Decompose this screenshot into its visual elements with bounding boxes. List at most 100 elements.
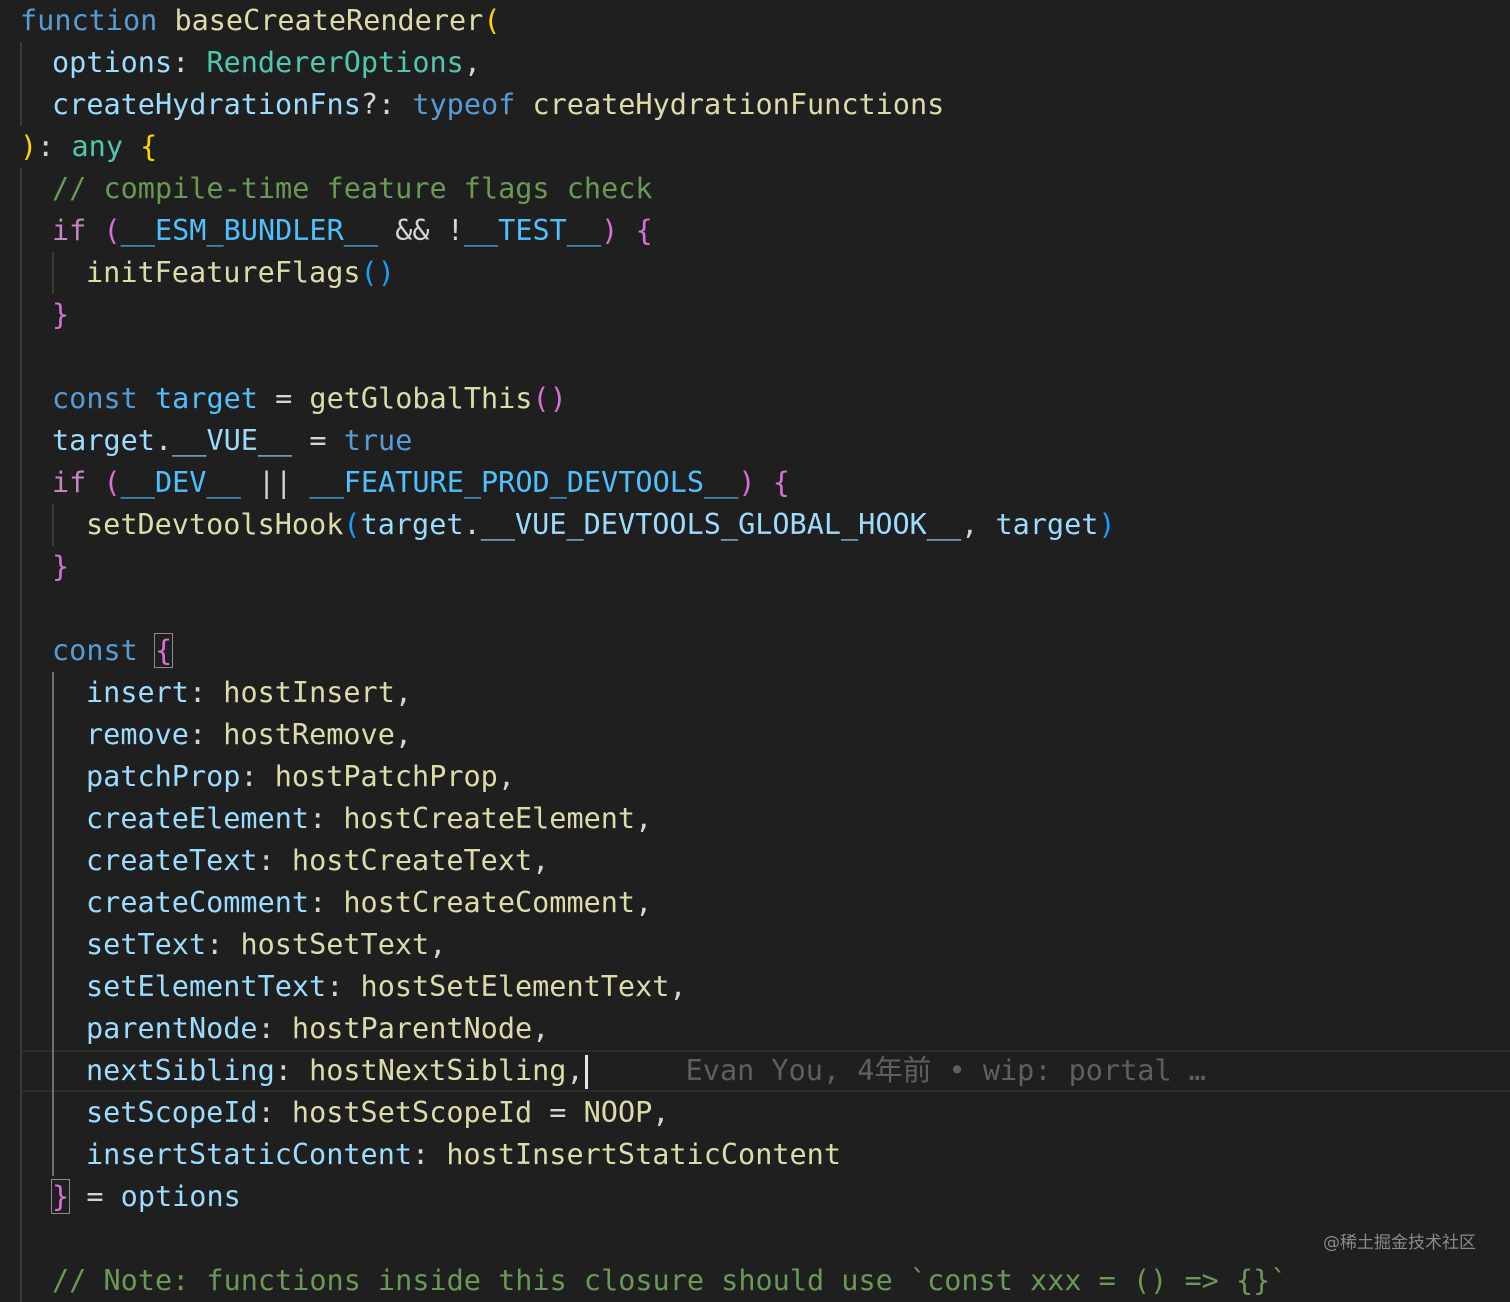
code-line-content: } [52, 546, 69, 588]
code-line[interactable]: const { [0, 630, 1510, 672]
code-token: __TEST__ [463, 214, 602, 247]
code-token: if [52, 214, 87, 247]
code-token: typeof [412, 88, 516, 121]
code-token: any [71, 130, 123, 163]
code-token: insertStaticContent [86, 1138, 413, 1171]
code-token: hostSetText [240, 928, 430, 961]
watermark: @稀土掘金技术社区 [1323, 1233, 1476, 1253]
code-line[interactable]: nextSibling: hostNextSibling, Evan You, 4… [20, 1050, 1510, 1092]
code-token: NOOP [583, 1096, 653, 1129]
code-line[interactable]: ): any { [0, 126, 1510, 168]
code-line[interactable]: remove: hostRemove, [0, 714, 1510, 756]
code-line-content: setDevtoolsHook(target.__VUE_DEVTOOLS_GL… [86, 504, 1116, 546]
code-token: , [532, 844, 550, 877]
code-line-content: if (__ESM_BUNDLER__ && !__TEST__) { [52, 210, 653, 252]
code-editor[interactable]: function baseCreateRenderer(options: Ren… [0, 0, 1510, 1302]
code-token: options [52, 46, 173, 79]
code-line-content: remove: hostRemove, [86, 714, 412, 756]
code-line-content: ): any { [20, 126, 157, 168]
code-token: __VUE_DEVTOOLS_GLOBAL_HOOK__ [480, 508, 962, 541]
code-token: . [154, 424, 173, 457]
code-line[interactable]: initFeatureFlags() [0, 252, 1510, 294]
code-token: __ESM_BUNDLER__ [120, 214, 379, 247]
code-line-content: createElement: hostCreateElement, [86, 798, 652, 840]
code-token: hostSetElementText [360, 970, 670, 1003]
code-token: { [772, 466, 790, 499]
code-token: target [995, 508, 1099, 541]
code-token: : [188, 676, 224, 709]
code-line[interactable]: if (__ESM_BUNDLER__ && !__TEST__) { [0, 210, 1510, 252]
code-token: hostNextSibling [309, 1054, 567, 1087]
code-line[interactable] [0, 336, 1510, 378]
code-line[interactable]: } [0, 294, 1510, 336]
code-line[interactable]: // Note: functions inside this closure s… [0, 1260, 1510, 1302]
code-token: : [206, 928, 241, 961]
code-line[interactable]: options: RendererOptions, [0, 42, 1510, 84]
code-token: __FEATURE_PROD_DEVTOOLS__ [309, 466, 739, 499]
code-token: && ! [378, 214, 464, 247]
code-token: : [257, 1012, 292, 1045]
git-blame-annotation[interactable]: Evan You, 4年前 • wip: portal … [686, 1054, 1206, 1087]
indent-guide [20, 42, 22, 126]
code-token: : [274, 1054, 310, 1087]
code-line-content: setElementText: hostSetElementText, [86, 966, 687, 1008]
code-token: } [52, 550, 70, 583]
code-token: ( [103, 214, 121, 247]
code-line[interactable]: insertStaticContent: hostInsertStaticCon… [0, 1134, 1510, 1176]
code-line[interactable]: const target = getGlobalThis() [0, 378, 1510, 420]
code-line[interactable]: createText: hostCreateText, [0, 840, 1510, 882]
code-line-content: initFeatureFlags() [86, 252, 395, 294]
code-line[interactable]: createComment: hostCreateComment, [0, 882, 1510, 924]
code-line[interactable]: } [0, 546, 1510, 588]
code-line[interactable]: createElement: hostCreateElement, [0, 798, 1510, 840]
code-token: : [172, 46, 207, 79]
code-token: { [635, 214, 653, 247]
code-token: function [20, 4, 158, 37]
code-line[interactable]: target.__VUE__ = true [0, 420, 1510, 462]
code-token: ?: [360, 88, 413, 121]
code-line[interactable] [0, 1218, 1510, 1260]
code-token: createElement [86, 802, 310, 835]
code-line[interactable]: // compile-time feature flags check [0, 168, 1510, 210]
code-line[interactable]: function baseCreateRenderer( [0, 0, 1510, 42]
code-token: , [635, 802, 653, 835]
code-token: __VUE__ [172, 424, 293, 457]
code-token: remove [86, 718, 189, 751]
code-token: ( [103, 466, 121, 499]
code-token: hostRemove [223, 718, 395, 751]
code-line-content: insertStaticContent: hostInsertStaticCon… [86, 1134, 841, 1176]
code-line[interactable]: insert: hostInsert, [0, 672, 1510, 714]
code-line[interactable]: setText: hostSetText, [0, 924, 1510, 966]
code-token: hostCreateComment [343, 886, 636, 919]
code-line-content: patchProp: hostPatchProp, [86, 756, 515, 798]
code-token: , [429, 928, 447, 961]
indent-guide [52, 252, 54, 294]
code-line[interactable]: if (__DEV__ || __FEATURE_PROD_DEVTOOLS__… [0, 462, 1510, 504]
code-line[interactable]: parentNode: hostParentNode, [0, 1008, 1510, 1050]
code-token: () [360, 256, 395, 289]
code-token: const [52, 634, 138, 667]
code-line[interactable]: setScopeId: hostSetScopeId = NOOP, [0, 1092, 1510, 1134]
code-line-content: target.__VUE__ = true [52, 420, 412, 462]
code-line-content: createText: hostCreateText, [86, 840, 549, 882]
code-token: : [412, 1138, 447, 1171]
code-token: : [326, 970, 361, 1003]
code-line[interactable]: } = options [0, 1176, 1510, 1218]
code-token: || [240, 466, 310, 499]
code-token: = [532, 1096, 584, 1129]
code-token: : [257, 844, 292, 877]
code-line[interactable]: createHydrationFns?: typeof createHydrat… [0, 84, 1510, 126]
code-line[interactable]: patchProp: hostPatchProp, [0, 756, 1510, 798]
code-line[interactable]: setDevtoolsHook(target.__VUE_DEVTOOLS_GL… [0, 504, 1510, 546]
code-token: hostParentNode [291, 1012, 533, 1045]
code-token: : [257, 1096, 292, 1129]
code-token: createComment [86, 886, 310, 919]
code-line[interactable] [0, 588, 1510, 630]
code-token: ) [738, 466, 756, 499]
code-token: target [154, 382, 258, 415]
code-line[interactable]: setElementText: hostSetElementText, [0, 966, 1510, 1008]
